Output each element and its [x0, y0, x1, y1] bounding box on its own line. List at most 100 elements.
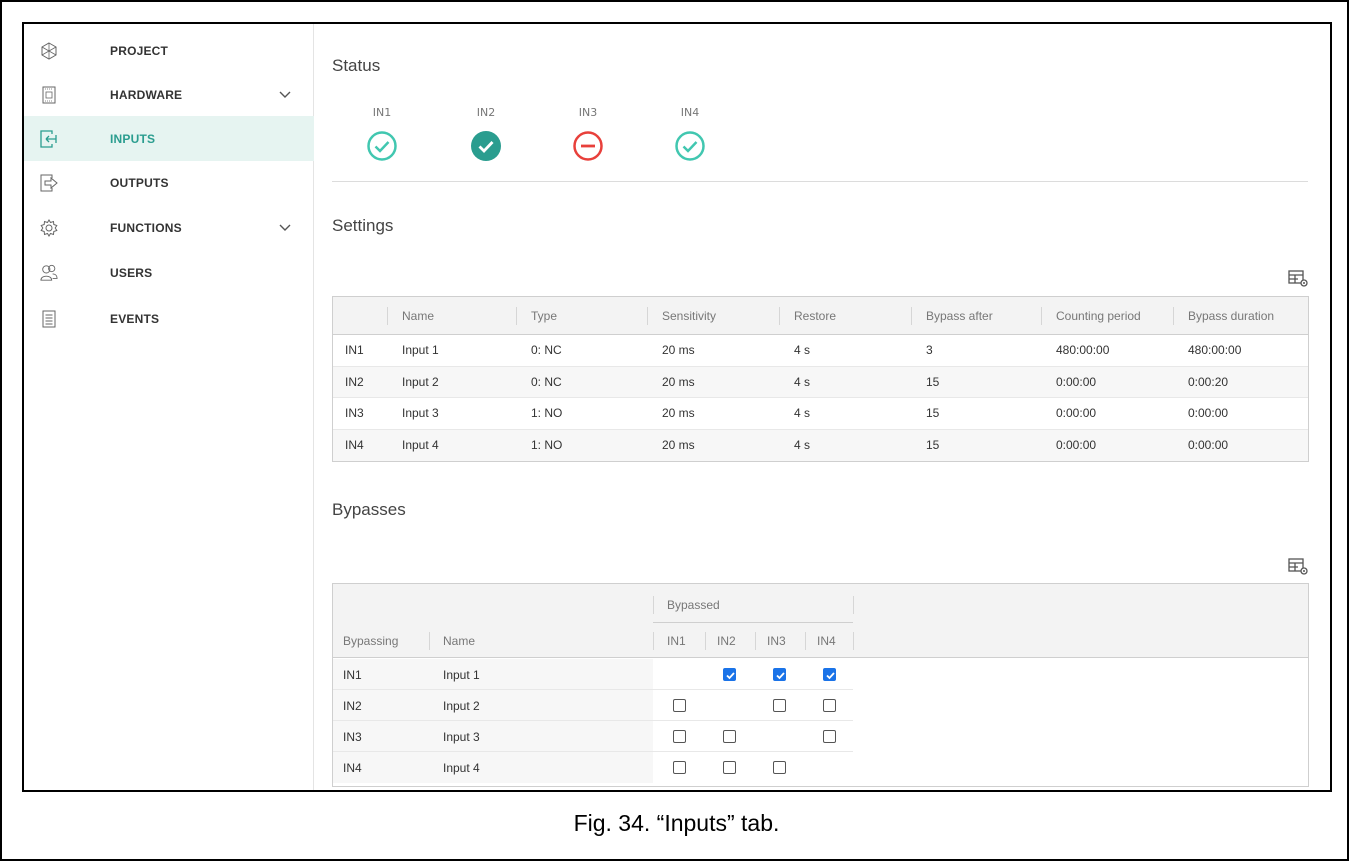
sidebar-item-hardware[interactable]: HARDWARE — [24, 72, 314, 117]
cell-counting-period: 0:00:00 — [1056, 438, 1097, 453]
cell-name: Input 4 — [443, 761, 480, 775]
table-row[interactable]: IN4 Input 4 1: NO 20 ms 4 s 15 0:00:00 0… — [333, 429, 1308, 461]
cell-sensitivity: 20 ms — [662, 406, 695, 421]
bypass-checkbox-in3-in2[interactable] — [723, 730, 736, 743]
cell-bypass-duration: 0:00:00 — [1188, 438, 1229, 453]
table-row[interactable]: IN2 Input 2 0: NC 20 ms 4 s 15 0:00:00 0… — [333, 366, 1308, 398]
column-separator — [805, 632, 806, 650]
table-row — [333, 721, 853, 752]
divider — [332, 181, 1308, 182]
users-icon — [40, 263, 58, 283]
column-header: Bypass duration — [1188, 308, 1275, 323]
cell-name: Input 4 — [402, 438, 439, 453]
bypass-checkbox-in3-in1[interactable] — [673, 730, 686, 743]
cell-bypass-after: 15 — [926, 406, 940, 421]
bypass-checkbox-in3-in4[interactable] — [823, 730, 836, 743]
sidebar-item-inputs[interactable]: INPUTS — [24, 116, 314, 161]
column-separator — [779, 307, 780, 325]
status-label: IN4 — [680, 106, 700, 119]
cell-name: Input 2 — [443, 699, 480, 713]
cell-name: Input 1 — [402, 343, 439, 358]
column-separator — [1173, 307, 1174, 325]
sidebar-item-users[interactable]: USERS — [24, 250, 314, 295]
bypass-checkbox-in2-in1[interactable] — [673, 699, 686, 712]
column-separator — [387, 307, 388, 325]
status-in4: IN4 — [660, 106, 720, 162]
cell-sensitivity: 20 ms — [662, 438, 695, 453]
status-label: IN1 — [372, 106, 392, 119]
status-in1: IN1 — [352, 106, 412, 162]
column-header: Name — [443, 634, 476, 648]
column-separator — [853, 596, 854, 614]
cell-restore: 4 s — [794, 438, 811, 453]
cell-sensitivity: 20 ms — [662, 374, 695, 389]
sidebar-item-label: EVENTS — [110, 311, 160, 326]
check-circle-icon — [352, 130, 412, 162]
bypass-checkbox-in4-in3[interactable] — [773, 761, 786, 774]
chevron-down-icon[interactable] — [278, 221, 292, 235]
sidebar-item-label: FUNCTIONS — [110, 220, 182, 235]
cell-name: Input 3 — [402, 406, 439, 421]
table-settings-icon[interactable] — [1288, 269, 1310, 289]
sidebar-item-project[interactable]: PROJECT — [24, 28, 314, 73]
status-title: Status — [332, 56, 381, 75]
sidebar-item-label: INPUTS — [110, 131, 156, 146]
sidebar-item-label: HARDWARE — [110, 87, 183, 102]
figure-caption: Fig. 34. “Inputs” tab. — [573, 810, 780, 836]
cell-restore: 4 s — [794, 343, 811, 358]
cell-sensitivity: 20 ms — [662, 343, 695, 358]
column-header: Restore — [794, 308, 837, 323]
column-header: IN1 — [667, 634, 686, 648]
column-header: IN4 — [817, 634, 836, 648]
sidebar: PROJECT HARDWARE INPUTS OUTPUTS FUNCTION… — [24, 24, 314, 790]
cell-counting-period: 0:00:00 — [1056, 406, 1097, 421]
settings-title: Settings — [332, 216, 394, 235]
chevron-down-icon[interactable] — [278, 88, 292, 102]
sidebar-item-events[interactable]: EVENTS — [24, 296, 314, 341]
cell-restore: 4 s — [794, 406, 811, 421]
column-header: Counting period — [1056, 308, 1141, 323]
column-header: IN2 — [717, 634, 736, 648]
status-label: IN2 — [476, 106, 496, 119]
cell-type: 0: NC — [531, 343, 562, 358]
cell-bypass-after: 15 — [926, 374, 940, 389]
cell-bypass-after: 15 — [926, 438, 940, 453]
column-separator — [429, 632, 430, 650]
bypasses-title: Bypasses — [332, 500, 406, 519]
outputs-icon — [40, 173, 58, 193]
bypass-checkbox-in1-in4[interactable] — [823, 668, 836, 681]
cell-type: 1: NO — [531, 406, 563, 421]
blocked-circle-icon — [558, 130, 618, 162]
status-label: IN3 — [578, 106, 598, 119]
column-separator — [705, 632, 706, 650]
bypass-checkbox-in1-in2[interactable] — [723, 668, 736, 681]
cell-name: Input 3 — [443, 730, 480, 744]
table-settings-icon[interactable] — [1288, 557, 1310, 577]
column-separator — [1041, 307, 1042, 325]
status-in2: IN2 — [456, 106, 516, 162]
inputs-icon — [40, 129, 58, 149]
column-separator — [755, 632, 756, 650]
cell-name: Input 2 — [402, 374, 439, 389]
sidebar-item-outputs[interactable]: OUTPUTS — [24, 160, 314, 205]
bypassed-group-header: Bypassed — [667, 598, 720, 612]
sidebar-item-functions[interactable]: FUNCTIONS — [24, 205, 314, 250]
column-separator — [653, 632, 654, 650]
bypass-checkbox-in1-in3[interactable] — [773, 668, 786, 681]
column-separator — [647, 307, 648, 325]
cell-bypass-duration: 480:00:00 — [1188, 343, 1242, 358]
cell-restore: 4 s — [794, 374, 811, 389]
column-separator — [653, 596, 654, 614]
table-row[interactable]: IN1 Input 1 0: NC 20 ms 4 s 3 480:00:00 … — [333, 335, 1308, 367]
cell-name: Input 1 — [443, 668, 480, 682]
cell-bypass-after: 3 — [926, 343, 933, 358]
check-circle-filled-icon — [456, 130, 516, 162]
cell-id: IN3 — [343, 730, 362, 744]
bypass-checkbox-in4-in2[interactable] — [723, 761, 736, 774]
bypass-checkbox-in2-in4[interactable] — [823, 699, 836, 712]
table-row[interactable]: IN3 Input 3 1: NO 20 ms 4 s 15 0:00:00 0… — [333, 398, 1308, 430]
table-header-row: Name Type Sensitivity Restore Bypass aft… — [333, 297, 1308, 335]
bypass-checkbox-in2-in3[interactable] — [773, 699, 786, 712]
bypass-checkbox-in4-in1[interactable] — [673, 761, 686, 774]
settings-table: Name Type Sensitivity Restore Bypass aft… — [332, 296, 1309, 462]
